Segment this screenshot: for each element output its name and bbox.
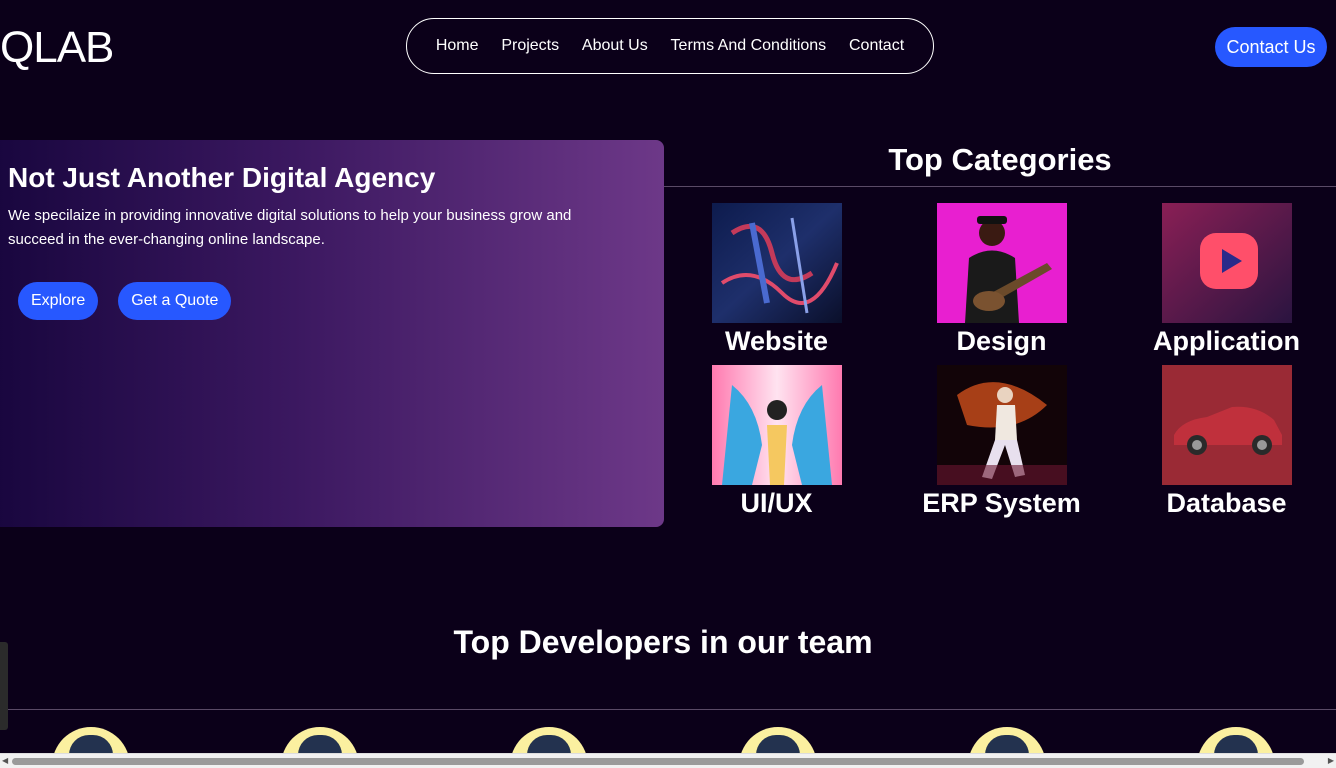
category-website[interactable]: Website — [664, 203, 889, 359]
category-ui-ux[interactable]: UI/UX — [664, 365, 889, 521]
nav-terms[interactable]: Terms And Conditions — [671, 37, 827, 55]
category-label: Database — [1166, 488, 1287, 518]
site-logo[interactable]: QLAB — [0, 24, 114, 72]
category-label: Design — [956, 326, 1047, 356]
explore-button[interactable]: Explore — [18, 282, 99, 320]
erp-system-image — [936, 365, 1067, 485]
category-design[interactable]: Design — [889, 203, 1114, 359]
developers-divider — [0, 709, 1336, 710]
nav-contact[interactable]: Contact — [849, 37, 904, 55]
category-database[interactable]: Database — [1114, 365, 1336, 521]
hero-text: We specilaize in providing innovative di… — [8, 207, 572, 248]
application-image — [1161, 203, 1292, 323]
nav-home[interactable]: Home — [436, 37, 479, 55]
side-widget-tab[interactable] — [0, 642, 8, 730]
website-image — [711, 203, 842, 323]
categories-divider — [664, 186, 1336, 187]
database-image — [1161, 365, 1292, 485]
design-image — [936, 203, 1067, 323]
scroll-right-icon[interactable]: ▶ — [1328, 756, 1334, 765]
ui-ux-image — [711, 365, 842, 485]
horizontal-scrollbar[interactable]: ◀ ▶ — [0, 753, 1336, 768]
get-quote-button[interactable]: Get a Quote — [118, 282, 232, 320]
nav-projects[interactable]: Projects — [501, 37, 559, 55]
main-nav: Home Projects About Us Terms And Conditi… — [406, 18, 934, 74]
hero-title: Not Just Another Digital Agency — [8, 162, 436, 193]
category-label: Website — [724, 326, 829, 356]
contact-us-button[interactable]: Contact Us — [1215, 27, 1327, 67]
category-label: UI/UX — [740, 488, 813, 518]
category-label: Application — [1153, 326, 1300, 356]
scroll-left-icon[interactable]: ◀ — [2, 756, 8, 765]
categories-title: Top Categories — [888, 142, 1112, 177]
category-application[interactable]: Application — [1114, 203, 1336, 359]
category-erp-system[interactable]: ERP System — [889, 365, 1114, 521]
scrollbar-thumb[interactable] — [12, 758, 1304, 765]
nav-about-us[interactable]: About Us — [582, 37, 648, 55]
hero-buttons: Explore Get a Quote — [18, 282, 646, 320]
category-label: ERP System — [922, 488, 1081, 518]
hero-card: Not Just Another Digital Agency We speci… — [0, 140, 664, 527]
developers-title: Top Developers in our team — [453, 624, 873, 660]
